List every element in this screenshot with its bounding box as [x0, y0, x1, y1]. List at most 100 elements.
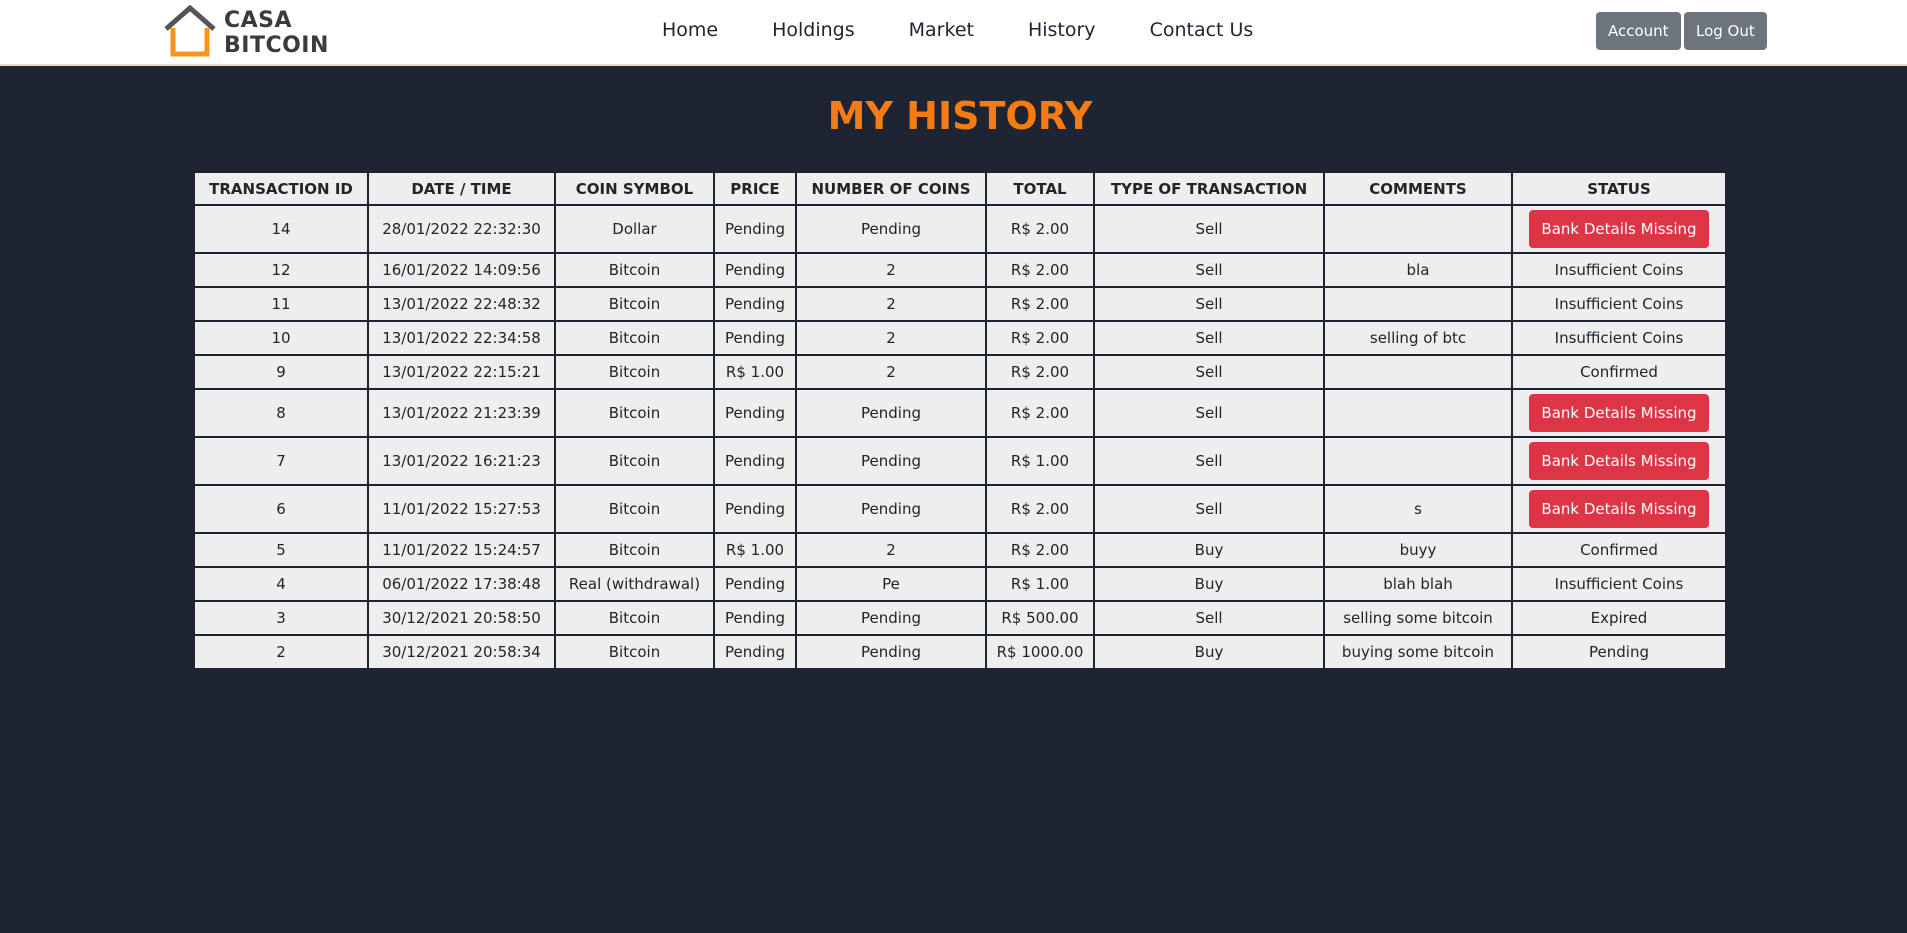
account-button[interactable]: Account: [1596, 12, 1681, 50]
nav-home[interactable]: Home: [662, 16, 718, 46]
col-header-status: STATUS: [1511, 171, 1727, 206]
cell-transaction-type: Sell: [1093, 484, 1325, 534]
cell-coin-symbol: Bitcoin: [554, 436, 715, 486]
cell-total: R$ 2.00: [985, 204, 1095, 254]
cell-coin-symbol: Dollar: [554, 204, 715, 254]
cell-date-time: 28/01/2022 22:32:30: [367, 204, 556, 254]
cell-transaction-type: Sell: [1093, 320, 1325, 356]
cell-date-time: 16/01/2022 14:09:56: [367, 252, 556, 288]
main-nav: Home Holdings Market History Contact Us: [662, 16, 1307, 46]
cell-coin-symbol: Real (withdrawal): [554, 566, 715, 602]
cell-comments: buyy: [1323, 532, 1513, 568]
brand-line1: CASA: [224, 8, 293, 33]
cell-date-time: 11/01/2022 15:24:57: [367, 532, 556, 568]
cell-transaction-id: 9: [193, 354, 369, 390]
cell-status: Pending: [1511, 634, 1727, 670]
cell-comments: [1323, 388, 1513, 438]
nav-contact-us[interactable]: Contact Us: [1150, 16, 1254, 46]
col-header-coin-symbol: COIN SYMBOL: [554, 171, 715, 206]
cell-price: R$ 1.00: [713, 532, 797, 568]
cell-status: Confirmed: [1511, 532, 1727, 568]
table-row: 10 13/01/2022 22:34:58 Bitcoin Pending 2 R$ 2…: [193, 320, 1727, 356]
page-title: MY HISTORY: [827, 94, 1093, 138]
cell-transaction-id: 3: [193, 600, 369, 636]
col-header-price: PRICE: [713, 171, 797, 206]
history-table: TRANSACTION ID DATE / TIME COIN SYMBOL P…: [193, 171, 1727, 670]
nav-history[interactable]: History: [1028, 16, 1096, 46]
cell-comments: [1323, 436, 1513, 486]
cell-price: Pending: [713, 566, 797, 602]
cell-number-of-coins: 2: [795, 354, 987, 390]
table-row: 14 28/01/2022 22:32:30 Dollar Pending Pendin…: [193, 204, 1727, 254]
cell-date-time: 30/12/2021 20:58:34: [367, 634, 556, 670]
cell-date-time: 06/01/2022 17:38:48: [367, 566, 556, 602]
cell-total: R$ 1.00: [985, 566, 1095, 602]
cell-transaction-id: 5: [193, 532, 369, 568]
bank-details-missing-button[interactable]: Bank Details Missing: [1529, 394, 1709, 432]
navbar: CASA BITCOIN Home Holdings Market Histor…: [0, 0, 1907, 66]
cell-price: Pending: [713, 204, 797, 254]
cell-number-of-coins: Pending: [795, 484, 987, 534]
cell-transaction-type: Sell: [1093, 204, 1325, 254]
cell-transaction-type: Buy: [1093, 532, 1325, 568]
cell-number-of-coins: Pending: [795, 436, 987, 486]
bank-details-missing-button[interactable]: Bank Details Missing: [1529, 490, 1709, 528]
cell-transaction-id: 10: [193, 320, 369, 356]
cell-coin-symbol: Bitcoin: [554, 532, 715, 568]
table-row: 11 13/01/2022 22:48:32 Bitcoin Pending 2 R$ 2…: [193, 286, 1727, 322]
cell-coin-symbol: Bitcoin: [554, 484, 715, 534]
col-header-number-of-coins: NUMBER OF COINS: [795, 171, 987, 206]
cell-date-time: 11/01/2022 15:27:53: [367, 484, 556, 534]
cell-date-time: 13/01/2022 22:48:32: [367, 286, 556, 322]
cell-transaction-id: 14: [193, 204, 369, 254]
cell-number-of-coins: 2: [795, 532, 987, 568]
cell-price: Pending: [713, 634, 797, 670]
cell-price: Pending: [713, 484, 797, 534]
cell-number-of-coins: Pending: [795, 204, 987, 254]
brand-logo[interactable]: CASA BITCOIN: [162, 5, 328, 58]
cell-coin-symbol: Bitcoin: [554, 252, 715, 288]
bank-details-missing-button[interactable]: Bank Details Missing: [1529, 442, 1709, 480]
bank-details-missing-button[interactable]: Bank Details Missing: [1529, 210, 1709, 248]
cell-status: Insufficient Coins: [1511, 286, 1727, 322]
cell-transaction-type: Buy: [1093, 634, 1325, 670]
cell-transaction-id: 11: [193, 286, 369, 322]
cell-number-of-coins: Pending: [795, 634, 987, 670]
cell-number-of-coins: Pe: [795, 566, 987, 602]
table-row: 8 13/01/2022 21:23:39 Bitcoin Pending Pendin…: [193, 388, 1727, 438]
cell-status: Bank Details Missing: [1511, 436, 1727, 486]
cell-price: Pending: [713, 320, 797, 356]
cell-transaction-type: Sell: [1093, 286, 1325, 322]
cell-total: R$ 2.00: [985, 354, 1095, 390]
cell-date-time: 13/01/2022 22:34:58: [367, 320, 556, 356]
logout-button[interactable]: Log Out: [1684, 12, 1767, 50]
cell-status: Bank Details Missing: [1511, 204, 1727, 254]
cell-status: Confirmed: [1511, 354, 1727, 390]
cell-comments: selling some bitcoin: [1323, 600, 1513, 636]
cell-transaction-id: 7: [193, 436, 369, 486]
cell-comments: s: [1323, 484, 1513, 534]
table-row: 2 30/12/2021 20:58:34 Bitcoin Pending Pendin…: [193, 634, 1727, 670]
cell-status: Expired: [1511, 600, 1727, 636]
table-row: 6 11/01/2022 15:27:53 Bitcoin Pending Pendin…: [193, 484, 1727, 534]
brand-line2: BITCOIN: [224, 33, 329, 58]
cell-comments: [1323, 354, 1513, 390]
cell-status: Bank Details Missing: [1511, 484, 1727, 534]
nav-market[interactable]: Market: [909, 16, 974, 46]
cell-transaction-type: Sell: [1093, 600, 1325, 636]
cell-transaction-id: 8: [193, 388, 369, 438]
cell-total: R$ 2.00: [985, 388, 1095, 438]
house-icon: [164, 5, 216, 57]
cell-number-of-coins: Pending: [795, 388, 987, 438]
cell-total: R$ 1000.00: [985, 634, 1095, 670]
cell-transaction-id: 4: [193, 566, 369, 602]
cell-coin-symbol: Bitcoin: [554, 600, 715, 636]
cell-comments: [1323, 286, 1513, 322]
table-row: 7 13/01/2022 16:21:23 Bitcoin Pending Pendin…: [193, 436, 1727, 486]
cell-coin-symbol: Bitcoin: [554, 634, 715, 670]
cell-coin-symbol: Bitcoin: [554, 320, 715, 356]
cell-coin-symbol: Bitcoin: [554, 388, 715, 438]
nav-holdings[interactable]: Holdings: [772, 16, 855, 46]
cell-total: R$ 2.00: [985, 286, 1095, 322]
cell-number-of-coins: 2: [795, 286, 987, 322]
